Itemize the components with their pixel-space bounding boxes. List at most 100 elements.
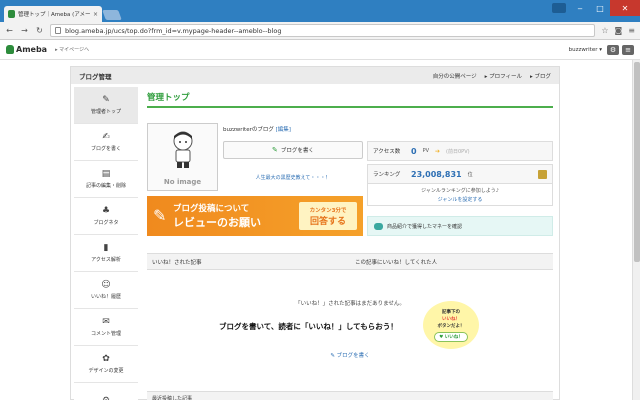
folder-icon: ▤ xyxy=(101,169,111,179)
ameba-logo[interactable]: Ameba xyxy=(6,45,47,54)
bubble-line3: ボタンだよ！ xyxy=(437,323,465,329)
sidebar-item-settings[interactable]: ⚙ xyxy=(74,383,138,400)
reload-icon[interactable]: ↻ xyxy=(35,26,44,35)
panel-title: ブログ管理 xyxy=(79,72,112,81)
maximize-button[interactable]: □ xyxy=(590,0,610,16)
gear-icon: ⚙ xyxy=(101,396,111,400)
access-unit: PV xyxy=(422,148,430,154)
hamburger-menu-icon[interactable]: ≡ xyxy=(622,44,634,55)
page-scrollbar[interactable] xyxy=(632,60,640,400)
scrollbar-thumb[interactable] xyxy=(634,62,640,262)
sidebar-item-label: アクセス解析 xyxy=(91,257,121,263)
avatar[interactable]: No image xyxy=(147,123,218,191)
sidebar-item-write[interactable]: ✍ ブログを書く xyxy=(74,124,138,161)
no-image-label: No image xyxy=(163,178,202,186)
blog-neta-promo-link[interactable]: 人生最大の黒歴史教えて・・・！ xyxy=(223,163,363,191)
genre-settings-link[interactable]: ジャンルを設定する xyxy=(438,196,483,203)
profile-link[interactable]: ▸ プロフィール xyxy=(485,72,522,80)
ranking-row[interactable]: ランキング 23,008,831 位 xyxy=(367,164,553,184)
sidebar-item-label: ブログを書く xyxy=(90,146,121,152)
money-icon xyxy=(374,222,383,230)
menu-icon[interactable]: ≡ xyxy=(628,26,635,35)
content-area: 管理トップ No image buzzwriterのブログ [編集] ✎ ブログ… xyxy=(147,91,553,400)
tab-close-icon[interactable]: × xyxy=(93,11,98,18)
genre-ranking-box: ジャンルランキングに参加しよう♪ ジャンルを設定する xyxy=(367,184,553,206)
likes-column-users: この記事にいいね！してくれた人 xyxy=(355,259,438,266)
camera-icon[interactable]: ◙ xyxy=(615,26,623,35)
back-icon[interactable]: ← xyxy=(5,26,14,35)
ranking-label: ランキング xyxy=(373,172,401,178)
sidebar-item-analytics[interactable]: ▮ アクセス解析 xyxy=(74,235,138,272)
access-previous: (前日0PV) xyxy=(446,148,470,155)
ranking-unit: 位 xyxy=(467,171,473,178)
sidebar-item-neta[interactable]: ♣ ブログネタ xyxy=(74,198,138,235)
ranking-value: 23,008,831 xyxy=(411,169,462,179)
sidebar-item-label: コメント管理 xyxy=(90,331,121,337)
banner-text: ブログ投稿について レビューのお願い xyxy=(173,202,261,230)
page-title: 管理トップ xyxy=(147,91,553,108)
blog-name-text[interactable]: buzzwriterのブログ xyxy=(223,127,274,133)
write-button-label: ブログを書く xyxy=(280,148,314,154)
browser-titlebar: 管理トップ｜Ameba (アメーバ) × ‒ □ ✕ xyxy=(0,0,640,22)
minimize-button[interactable]: ‒ xyxy=(570,0,590,16)
bar-chart-icon: ▮ xyxy=(103,243,109,253)
new-tab-button[interactable] xyxy=(102,10,122,20)
sidebar-item-label: デザインの変更 xyxy=(88,368,124,374)
page-icon xyxy=(55,27,61,34)
close-window-button[interactable]: ✕ xyxy=(610,0,640,16)
header-right: buzzwriter ▾ ⚙ ≡ xyxy=(569,44,634,55)
public-page-link[interactable]: 自分の公開ページ xyxy=(433,72,477,80)
like-pill: ♥ いいね！ xyxy=(434,331,468,342)
blog-link[interactable]: ▸ ブログ xyxy=(530,72,551,80)
write-blog-link[interactable]: ✎ ブログを書く xyxy=(147,351,553,359)
window-controls: ‒ □ ✕ xyxy=(548,0,640,16)
sidebar-item-comments[interactable]: ✉ コメント管理 xyxy=(74,309,138,346)
affiliate-money-box[interactable]: 商品紹介で獲得したマネーを確認 xyxy=(367,216,553,236)
no-likes-message: 「いいね！」された記事はまだありません。 xyxy=(295,301,405,307)
stats-panel: アクセス数 0 PV ➔ (前日0PV) ランキング 23,008,831 位 … xyxy=(367,141,553,206)
pencil-icon: ✎ xyxy=(102,95,110,105)
settings-gear-icon[interactable]: ⚙ xyxy=(607,44,619,55)
banner-answer-button[interactable]: カンタン3分で 回答する xyxy=(299,202,357,230)
sidebar-item-edit[interactable]: ▤ 記事の編集・削除 xyxy=(74,161,138,198)
url-field[interactable]: blog.ameba.jp/ucs/top.do?frm_id=v.mypage… xyxy=(50,24,596,37)
profile-icon[interactable] xyxy=(552,3,566,13)
mypage-link[interactable]: ▸ マイページへ xyxy=(55,46,89,53)
banner-line1: ブログ投稿について xyxy=(173,204,250,214)
bubble-line2: いいね！ xyxy=(442,316,460,322)
browser-tab[interactable]: 管理トップ｜Ameba (アメーバ) × xyxy=(4,6,102,22)
ameba-header: Ameba ▸ マイページへ buzzwriter ▾ ⚙ ≡ xyxy=(0,40,640,60)
blog-name: buzzwriterのブログ [編集] xyxy=(223,125,291,133)
sprout-icon: ♣ xyxy=(101,206,111,216)
access-count-row[interactable]: アクセス数 0 PV ➔ (前日0PV) xyxy=(367,141,553,161)
bookmark-star-icon[interactable]: ☆ xyxy=(601,26,608,35)
genre-text: ジャンルランキングに参加しよう♪ xyxy=(421,187,499,194)
sidebar-item-design[interactable]: ✿ デザインの変更 xyxy=(74,346,138,383)
write-icon: ✍ xyxy=(102,132,110,142)
forward-icon[interactable]: → xyxy=(20,26,29,35)
logo-text: Ameba xyxy=(16,45,48,54)
url-text: blog.ameba.jp/ucs/top.do?frm_id=v.mypage… xyxy=(65,26,282,35)
review-request-banner[interactable]: ✎ ブログ投稿について レビューのお願い カンタン3分で 回答する xyxy=(147,196,363,236)
frog-logo-icon xyxy=(6,45,14,54)
sidebar-item-label: 記事の編集・削除 xyxy=(85,183,126,189)
likes-cta-text: ブログを書いて、読者に「いいね！」してもらおう！ xyxy=(219,322,398,331)
smile-icon: ☺ xyxy=(101,280,111,290)
edit-link[interactable]: [編集] xyxy=(276,127,291,133)
sidebar-item-likes[interactable]: ☺ いいね！履歴 xyxy=(74,272,138,309)
arrow-right-icon: ➔ xyxy=(435,147,441,155)
banner-cta-line1: カンタン3分で xyxy=(309,207,347,214)
header-links: 自分の公開ページ ▸ プロフィール ▸ ブログ xyxy=(433,72,551,80)
blog-management-panel: ブログ管理 自分の公開ページ ▸ プロフィール ▸ ブログ ✎ 管理者トップ ✍… xyxy=(70,66,560,400)
default-avatar-icon xyxy=(173,131,193,168)
recent-posts-header: 最近投稿した記事 xyxy=(147,391,553,400)
like-button-bubble: 記事下の いいね！ ボタンだよ！ ♥ いいね！ xyxy=(423,301,479,349)
write-icon: ✎ xyxy=(272,146,278,154)
banner-line2: レビューのお願い xyxy=(173,216,261,229)
bubble-line1: 記事下の xyxy=(442,309,460,315)
write-blog-button[interactable]: ✎ ブログを書く xyxy=(223,141,363,159)
panel-header: ブログ管理 自分の公開ページ ▸ プロフィール ▸ ブログ xyxy=(71,67,559,84)
likes-table-header: いいね！された記事 この記事にいいね！してくれた人 xyxy=(147,253,553,270)
user-menu[interactable]: buzzwriter ▾ xyxy=(569,47,602,53)
sidebar-item-admin-top[interactable]: ✎ 管理者トップ xyxy=(74,87,138,124)
